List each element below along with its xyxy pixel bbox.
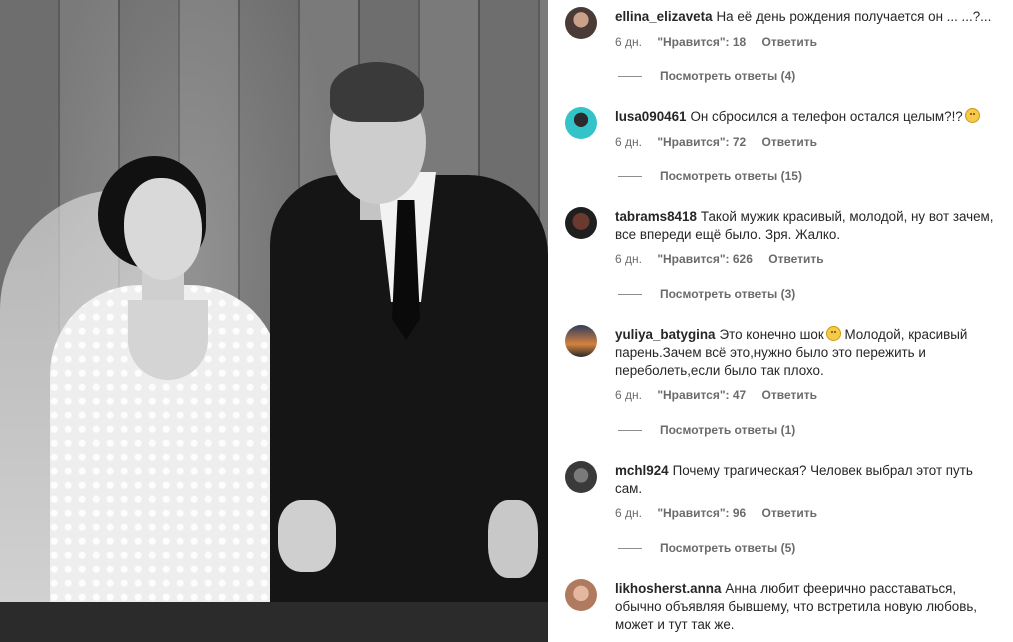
avatar[interactable] (565, 325, 597, 357)
comment-username[interactable]: yuliya_batygina (615, 327, 715, 342)
groom-hair (330, 62, 424, 122)
view-replies-label: Посмотреть ответы (1) (660, 423, 796, 437)
comment-time[interactable]: 6 дн. (615, 135, 642, 149)
view-replies-button[interactable]: Посмотреть ответы (3) (618, 287, 795, 301)
bride-neckline (128, 300, 208, 380)
floor (0, 602, 548, 642)
groom-hand (488, 500, 538, 578)
reply-button[interactable]: Ответить (762, 388, 817, 402)
comment-time[interactable]: 6 дн. (615, 35, 642, 49)
avatar[interactable] (565, 207, 597, 239)
reply-button[interactable]: Ответить (762, 35, 817, 49)
bride-face (124, 178, 202, 280)
view-replies-label: Посмотреть ответы (15) (660, 169, 802, 183)
comment-text-block: likhosherst.anna Анна любит феерично расс… (615, 580, 1001, 634)
view-replies-label: Посмотреть ответы (3) (660, 287, 796, 301)
view-replies-button[interactable]: Посмотреть ответы (4) (618, 69, 795, 83)
comment-text-block: lusa090461 Он сбросился а телефон остался… (615, 108, 1001, 126)
reply-button[interactable]: Ответить (762, 506, 817, 520)
comment-likes[interactable]: "Нравится": 96 (657, 506, 746, 520)
view-replies-button[interactable]: Посмотреть ответы (15) (618, 169, 802, 183)
divider-line (618, 429, 642, 431)
comment-meta: 6 дн. "Нравится": 72 Ответить (615, 135, 829, 149)
view-replies-button[interactable]: Посмотреть ответы (1) (618, 423, 795, 437)
comment-meta: 6 дн. "Нравится": 47 Ответить (615, 388, 829, 402)
comment-time[interactable]: 6 дн. (615, 252, 642, 266)
comment-likes[interactable]: "Нравится": 18 (657, 35, 746, 49)
comment-text: На её день рождения получается он ... ..… (716, 9, 992, 24)
divider-line (618, 547, 642, 549)
post-photo[interactable] (0, 0, 548, 642)
comment-username[interactable]: likhosherst.anna (615, 581, 721, 596)
comment-meta: 6 дн. "Нравится": 626 Ответить (615, 252, 836, 266)
avatar[interactable] (565, 579, 597, 611)
comment-text-block: yuliya_batygina Это конечно шок Молодой, … (615, 326, 1001, 380)
comment-username[interactable]: mchl924 (615, 463, 669, 478)
divider-line (618, 175, 642, 177)
comment-text: Он сбросился а телефон остался целым?!? (690, 109, 963, 124)
comment-likes[interactable]: "Нравится": 47 (657, 388, 746, 402)
avatar[interactable] (565, 7, 597, 39)
joined-hands (278, 500, 336, 572)
reply-button[interactable]: Ответить (768, 252, 823, 266)
comment-text-block: tabrams8418 Такой мужик красивый, молодой… (615, 208, 1001, 244)
comment-text-block: mchl924 Почему трагическая? Человек выбра… (615, 462, 1001, 498)
divider-line (618, 75, 642, 77)
comment-text-start: Это конечно шок (719, 327, 824, 342)
view-replies-label: Посмотреть ответы (5) (660, 541, 796, 555)
view-replies-button[interactable]: Посмотреть ответы (5) (618, 541, 795, 555)
comments-panel: ellina_elizaveta На её день рождения полу… (548, 0, 1013, 642)
astonished-emoji-icon (964, 108, 980, 123)
view-replies-label: Посмотреть ответы (4) (660, 69, 796, 83)
comment-time[interactable]: 6 дн. (615, 506, 642, 520)
comment-text-block: ellina_elizaveta На её день рождения полу… (615, 8, 1001, 26)
disappointed-emoji-icon (825, 326, 841, 341)
comment-meta: 6 дн. "Нравится": 96 Ответить (615, 506, 829, 520)
divider-line (618, 293, 642, 295)
comment-likes[interactable]: "Нравится": 72 (657, 135, 746, 149)
comment-likes[interactable]: "Нравится": 626 (657, 252, 753, 266)
comment-username[interactable]: tabrams8418 (615, 209, 697, 224)
avatar[interactable] (565, 107, 597, 139)
comment-username[interactable]: ellina_elizaveta (615, 9, 713, 24)
comment-time[interactable]: 6 дн. (615, 388, 642, 402)
reply-button[interactable]: Ответить (762, 135, 817, 149)
avatar[interactable] (565, 461, 597, 493)
comment-username[interactable]: lusa090461 (615, 109, 686, 124)
comment-meta: 6 дн. "Нравится": 18 Ответить (615, 35, 829, 49)
